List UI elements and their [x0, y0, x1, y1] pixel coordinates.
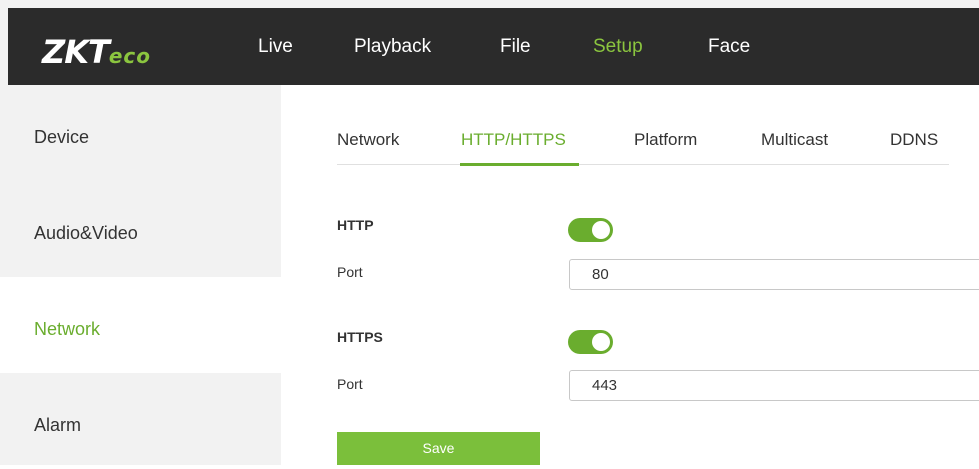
sidebar-item-label: Audio&Video — [34, 223, 138, 243]
sidebar: Device Audio&Video Network Alarm — [0, 85, 281, 465]
https-toggle[interactable] — [568, 330, 613, 354]
logo-suffix-text: eco — [108, 44, 151, 68]
sidebar-item-alarm[interactable]: Alarm — [0, 373, 281, 469]
http-label: HTTP — [337, 217, 374, 233]
sidebar-item-label: Alarm — [34, 415, 82, 435]
nav-playback[interactable]: Playback — [354, 36, 431, 58]
toggle-knob — [592, 333, 610, 351]
nav-setup[interactable]: Setup — [593, 36, 643, 58]
nav-live[interactable]: Live — [258, 36, 293, 58]
sidebar-item-label: Device — [34, 127, 90, 147]
zkteco-logo: ZKTeco — [42, 36, 151, 72]
tab-http-https[interactable]: HTTP/HTTPS — [461, 130, 566, 150]
nav-file[interactable]: File — [500, 36, 531, 58]
tab-ddns[interactable]: DDNS — [890, 130, 938, 150]
https-port-input[interactable]: 443 — [569, 370, 979, 401]
sidebar-item-label: Network — [34, 319, 101, 339]
tabs-divider — [337, 164, 949, 165]
tab-platform[interactable]: Platform — [634, 130, 697, 150]
https-port-label: Port — [337, 376, 363, 392]
sidebar-item-network[interactable]: Network — [0, 277, 281, 373]
https-label: HTTPS — [337, 329, 383, 345]
save-button[interactable]: Save — [337, 432, 540, 465]
active-tab-indicator — [460, 163, 579, 166]
nav-face[interactable]: Face — [708, 36, 750, 58]
http-port-input[interactable]: 80 — [569, 259, 979, 290]
logo-main-text: ZKT — [42, 33, 110, 71]
tab-multicast[interactable]: Multicast — [761, 130, 828, 150]
top-header: ZKTeco — [0, 0, 979, 85]
http-port-label: Port — [337, 264, 363, 280]
sidebar-item-audio-video[interactable]: Audio&Video — [0, 181, 281, 277]
http-toggle[interactable] — [568, 218, 613, 242]
tab-network[interactable]: Network — [337, 130, 399, 150]
toggle-knob — [592, 221, 610, 239]
sidebar-item-device[interactable]: Device — [0, 85, 281, 181]
